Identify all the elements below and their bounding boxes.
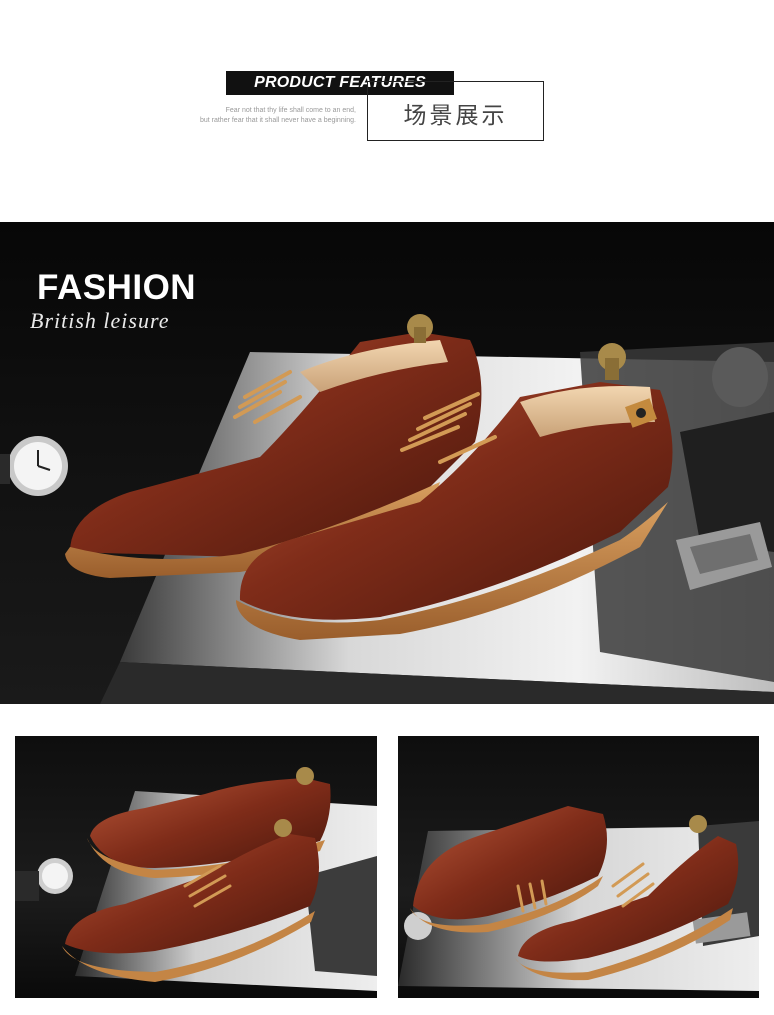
hero-shoes-photo: FASHION British leisure (0, 222, 774, 704)
scene-title: 场景展示 (403, 103, 508, 129)
left-illustration (15, 767, 377, 991)
quote-line-1: Fear not that thy life shall come to an … (225, 107, 356, 114)
hero-subtitle: British leisure (30, 308, 170, 333)
right-illustration (398, 806, 759, 991)
hero-title: FASHION (37, 268, 197, 307)
shoes-pair-left-photo (15, 736, 377, 998)
header-section: PRODUCT FEATURES 场景展示 Fear not that thy … (0, 0, 774, 222)
quote-text: Fear not that thy life shall come to an … (150, 106, 356, 126)
shoes-pair-right-photo (398, 736, 759, 998)
quote-line-2: but rather fear that it shall never have… (199, 117, 356, 124)
